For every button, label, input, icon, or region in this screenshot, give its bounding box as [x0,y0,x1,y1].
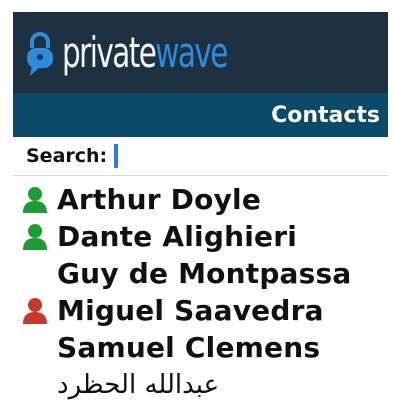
contact-name: عبدالله الحظرد [57,369,220,400]
logo-text-wave: wave [155,27,228,77]
contact-name: Samuel Clemens [57,331,321,364]
contact-row[interactable]: Samuel Clemens [13,329,388,366]
person-icon [13,223,57,251]
text-caret [114,144,119,168]
screen-edge [388,0,394,405]
search-label: Search: [26,145,108,167]
logo-text-private: private [62,27,157,77]
contact-row[interactable]: Guy de Montpassa [13,255,388,292]
app-logo: private wave [62,27,228,77]
contact-name: Miguel Saavedra [57,294,324,327]
search-bar[interactable]: Search: [13,137,388,176]
contact-row[interactable]: Arthur Doyle [13,181,388,218]
app-window: private wave Contacts Search: Arthur Doy… [0,0,388,405]
contact-row[interactable]: عبدالله الحظرد [13,366,388,403]
contact-name: Arthur Doyle [57,183,262,216]
contact-name: Guy de Montpassa [57,257,352,290]
app-header: private wave [13,12,388,93]
contact-list: Arthur Doyle Dante Alighieri Guy de Mont… [13,181,388,403]
title-bar: Contacts [13,93,388,137]
contact-name: Dante Alighieri [57,220,298,253]
contact-row[interactable]: Dante Alighieri [13,218,388,255]
lock-chat-bubble-icon [27,31,53,76]
person-icon [13,186,57,214]
page-title: Contacts [271,102,380,128]
contact-row[interactable]: Miguel Saavedra [13,292,388,329]
person-icon [13,297,57,325]
